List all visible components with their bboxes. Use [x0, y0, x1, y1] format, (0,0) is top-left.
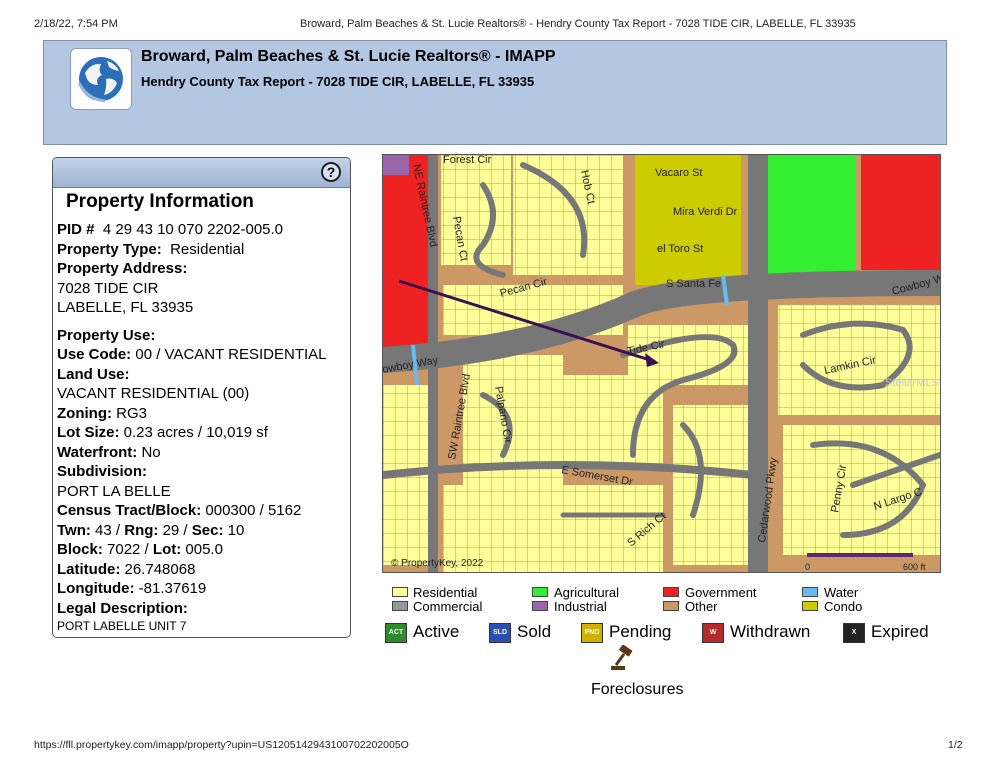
property-details: PID # 4 29 43 10 070 2202-005.0 Property… [57, 220, 327, 634]
banner-title: Broward, Palm Beaches & St. Lucie Realto… [141, 48, 556, 65]
residential-block [513, 155, 623, 275]
twn-rng-sec-row: Twn: 43 / Rng: 29 / Sec: 10 [57, 521, 245, 539]
expired-badge-icon: X [843, 622, 865, 643]
legal-label: Legal Description: [57, 599, 188, 617]
address-line2: LABELLE, FL 33935 [57, 299, 194, 316]
property-info-panel: ? Property Information PID # 4 29 43 10 … [52, 157, 351, 638]
print-page-number: 1/2 [948, 739, 963, 751]
help-icon[interactable]: ? [321, 162, 341, 182]
subdivision-value: PORT LA BELLE [57, 482, 171, 500]
residential-swatch [392, 587, 408, 597]
address-line1: 7028 TIDE CIR [57, 279, 159, 297]
other-swatch [663, 601, 679, 611]
map-watermark: StellarMLS [885, 377, 939, 389]
residential-block [441, 155, 511, 265]
print-datetime: 2/18/22, 7:54 PM [34, 18, 118, 30]
property-type-row: Property Type: Residential [57, 240, 245, 258]
agricultural-swatch [532, 587, 548, 597]
condo-swatch [802, 601, 818, 611]
street-label: el Toro St [657, 243, 703, 255]
industrial-swatch [532, 601, 548, 611]
street-label: Forest Cir [443, 155, 492, 166]
legend-other: Other [685, 599, 718, 614]
zoning-row: Zoning: RG3 [57, 404, 147, 422]
print-url: https://fll.propertykey.com/imapp/proper… [34, 739, 409, 751]
pending-badge-icon: PND [581, 622, 603, 643]
land-use-label: Land Use: [57, 365, 130, 383]
pid-row: PID # 4 29 43 10 070 2202-005.0 [57, 221, 284, 238]
agricultural-parcel [765, 155, 855, 277]
water-swatch [802, 587, 818, 597]
header-banner: Broward, Palm Beaches & St. Lucie Realto… [43, 40, 947, 145]
land-use-value: VACANT RESIDENTIAL (00) [57, 385, 250, 402]
lot-size-row: Lot Size: 0.23 acres / 10,019 sf [57, 424, 268, 441]
print-page-title: Broward, Palm Beaches & St. Lucie Realto… [300, 18, 856, 30]
street-label: Mira Verdi Dr [673, 206, 738, 218]
street-label: S Santa Fe [666, 278, 721, 290]
panel-header: ? [53, 158, 350, 188]
legend-water: Water [824, 585, 859, 600]
address-label: Property Address: [57, 260, 188, 277]
industrial-parcel [383, 155, 409, 175]
globe-logo-icon [70, 48, 132, 110]
latitude-row: Latitude: 26.748068 [57, 560, 196, 578]
government-parcel [861, 155, 940, 270]
status-pending[interactable]: PND Pending [581, 620, 671, 644]
residential-block [563, 375, 663, 465]
block-lot-row: Block: 7022 / Lot: 005.0 [57, 541, 223, 558]
map-copyright: © PropertyKey, 2022 [391, 558, 484, 569]
legal-value: PORT LABELLE UNIT 7 [57, 619, 187, 633]
legend-condo: Condo [824, 599, 863, 614]
panel-title: Property Information [66, 191, 254, 212]
scale-max: 600 ft [903, 562, 926, 572]
status-active[interactable]: ACT Active [385, 620, 459, 644]
legend-commercial: Commercial [413, 599, 483, 614]
active-badge-icon: ACT [385, 622, 407, 643]
legend-residential: Residential [413, 585, 478, 600]
census-row: Census Tract/Block: 000300 / 5162 [57, 502, 302, 519]
legend-industrial: Industrial [554, 599, 607, 614]
gavel-icon[interactable] [611, 644, 635, 671]
status-withdrawn[interactable]: W Withdrawn [702, 620, 810, 644]
status-sold[interactable]: SLD Sold [489, 620, 551, 644]
commercial-swatch [392, 601, 408, 611]
scale-bar [807, 553, 913, 557]
longitude-row: Longitude: -81.37619 [57, 580, 207, 597]
subdivision-label: Subdivision: [57, 463, 147, 480]
legend-agricultural: Agricultural [554, 585, 620, 600]
status-expired[interactable]: X Expired [843, 620, 929, 644]
street-label: Vacaro St [655, 167, 703, 179]
scale-zero: 0 [805, 562, 810, 572]
foreclosures-label[interactable]: Foreclosures [591, 681, 683, 699]
government-swatch [663, 587, 679, 597]
use-code-row: Use Code: 00 / VACANT RESIDENTIAL [57, 346, 327, 363]
legend-government: Government [685, 585, 757, 600]
banner-subtitle: Hendry County Tax Report - 7028 TIDE CIR… [141, 74, 535, 89]
parcel-map[interactable]: Forest Cir Vacaro St NE Raintree Blvd Ho… [382, 154, 941, 573]
zoning-legend: Residential Commercial Agricultural Indu… [390, 586, 950, 616]
sold-badge-icon: SLD [489, 622, 511, 643]
property-use-label: Property Use: [57, 326, 156, 344]
waterfront-row: Waterfront: No [57, 443, 161, 461]
withdrawn-badge-icon: W [702, 622, 724, 643]
